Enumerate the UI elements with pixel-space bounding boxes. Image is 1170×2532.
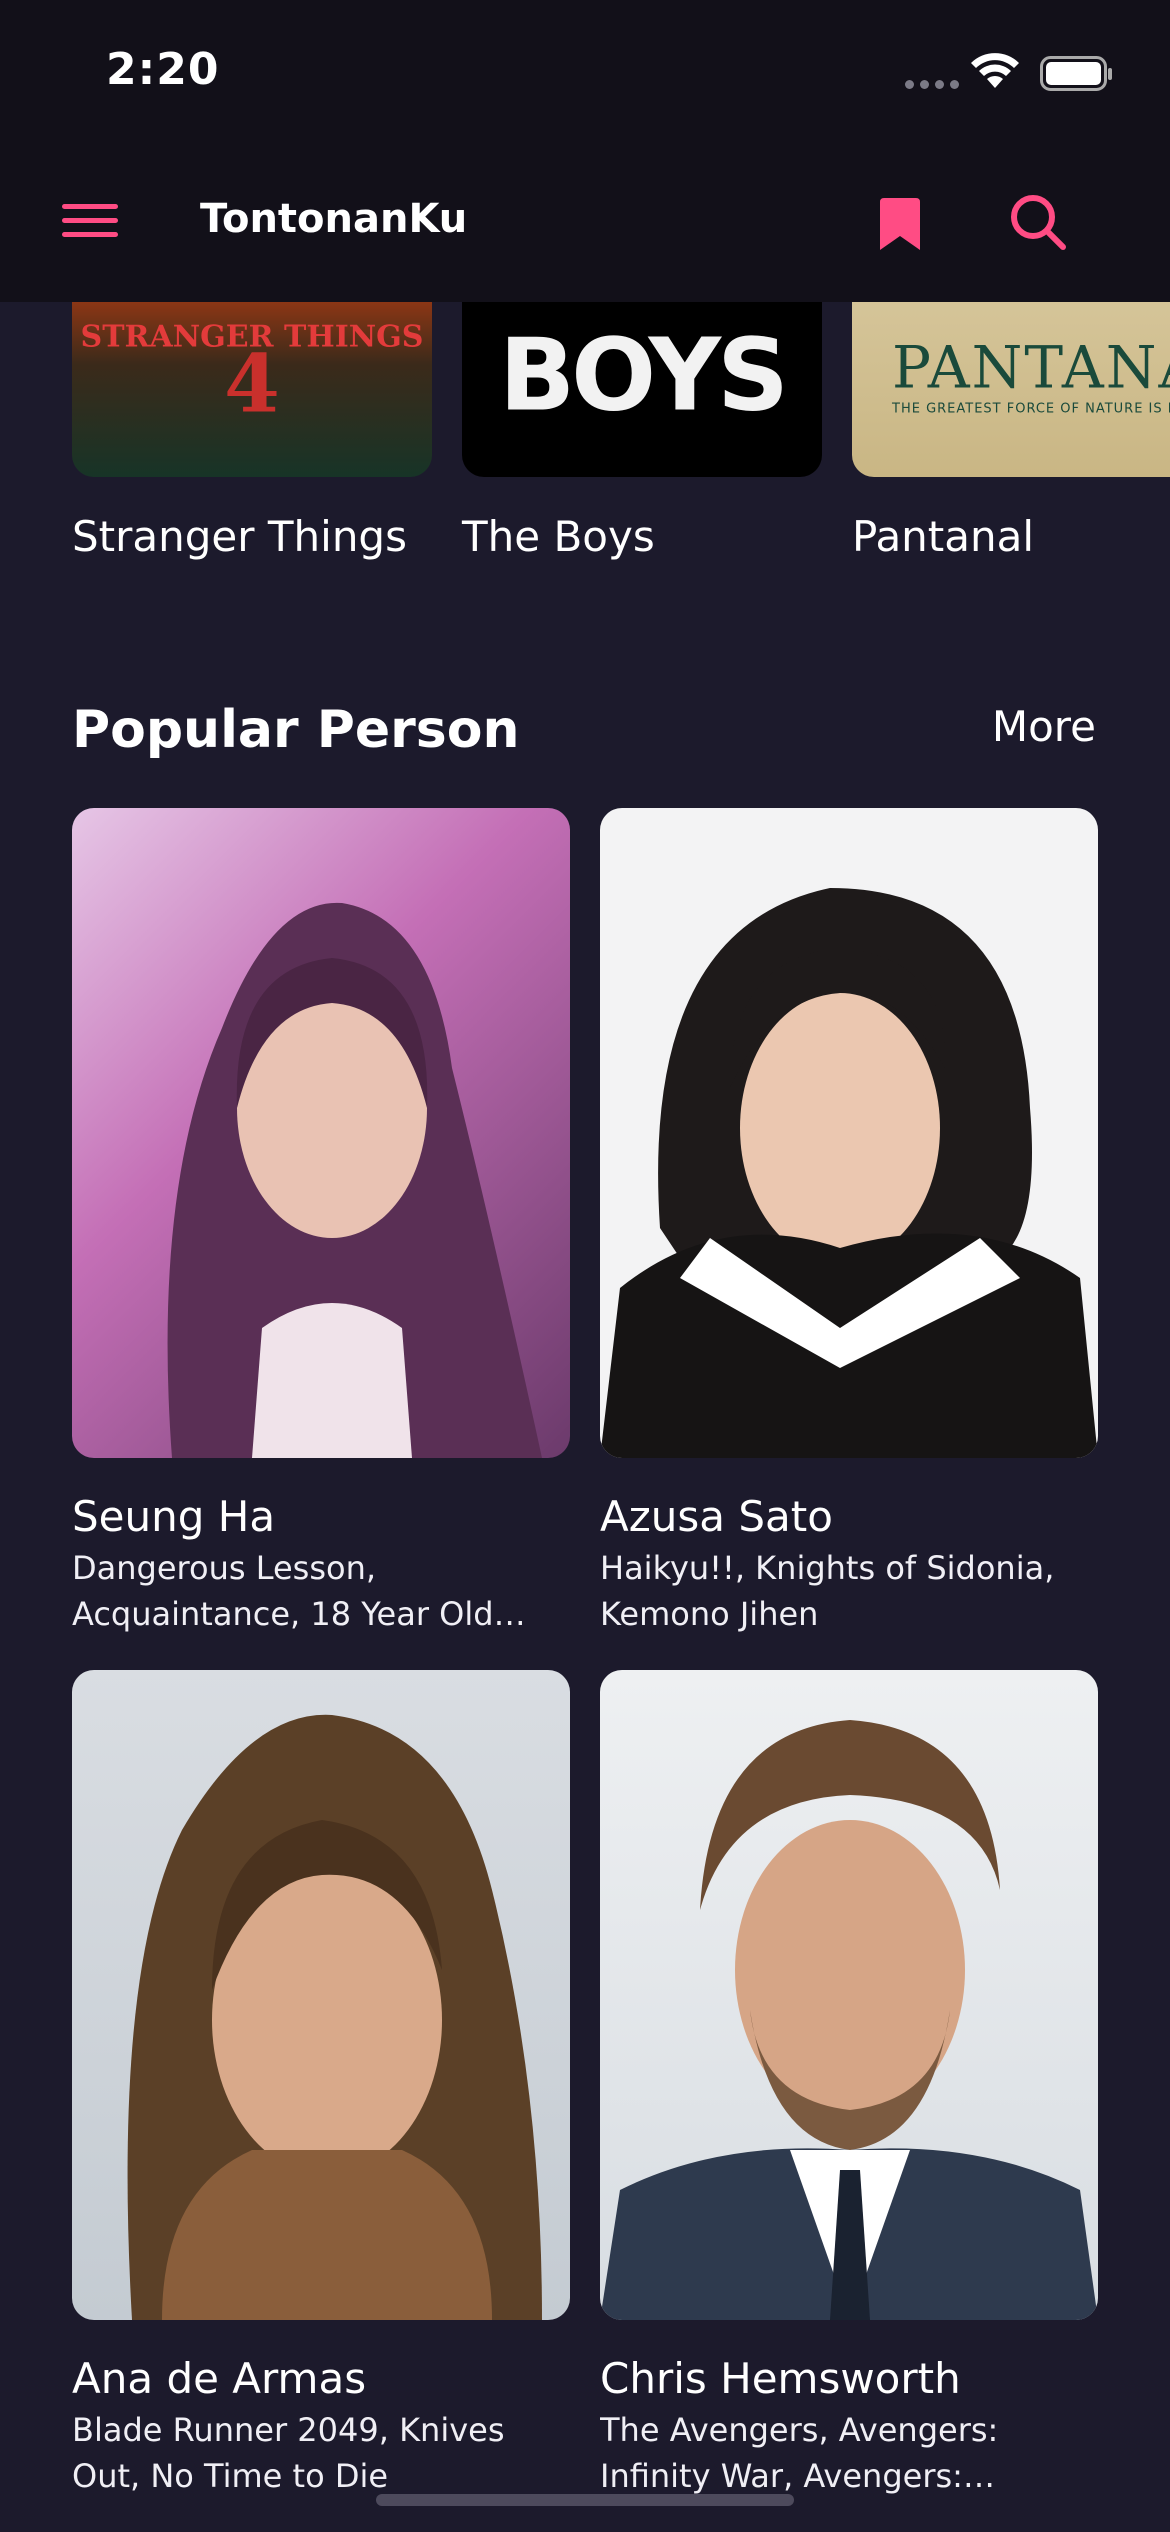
person-known-for: The Avengers, Avengers: Infinity War, Av… <box>600 2411 999 2495</box>
person-silhouette <box>167 902 543 1458</box>
home-indicator[interactable] <box>376 2494 794 2506</box>
person-silhouette <box>127 1714 543 2320</box>
poster-art-tagline: THE GREATEST FORCE OF NATURE IS LOVE. <box>892 401 1170 416</box>
person-card[interactable]: Seung Ha Dangerous Lesson, Acquaintance,… <box>72 808 570 1637</box>
person-silhouette <box>600 1720 1098 2320</box>
more-button[interactable]: More <box>992 702 1096 751</box>
person-photo[interactable] <box>72 808 570 1458</box>
movie-list[interactable]: STRANGER THINGS 4 Stranger Things BOYS T… <box>0 302 1170 582</box>
person-card[interactable]: Azusa Sato Haikyu!!, Knights of Sidonia,… <box>600 808 1098 1637</box>
person-card[interactable]: Ana de Armas Blade Runner 2049, Knives O… <box>72 1670 570 2499</box>
poster-art-text: PANTANAL <box>892 333 1170 401</box>
person-name: Ana de Armas <box>72 2354 367 2403</box>
poster-art-text: BOYS <box>498 316 789 433</box>
status-bar: 2:20 <box>0 0 1170 150</box>
person-name: Azusa Sato <box>600 1492 833 1541</box>
movie-poster[interactable]: BOYS <box>462 302 822 477</box>
person-known-for: Dangerous Lesson, Acquaintance, 18 Year … <box>72 1549 494 1633</box>
cellular-signal-icon <box>905 80 959 89</box>
person-photo[interactable] <box>600 808 1098 1458</box>
movie-title[interactable]: Pantanal <box>852 512 1034 561</box>
person-name: Seung Ha <box>72 1492 276 1541</box>
person-known-for: Haikyu!!, Knights of Sidonia, Kemono Jih… <box>600 1549 1055 1633</box>
person-silhouette <box>600 888 1098 1458</box>
status-time: 2:20 <box>106 44 220 95</box>
section-title: Popular Person <box>72 700 520 760</box>
person-photo[interactable] <box>72 1670 570 2320</box>
movie-poster[interactable]: STRANGER THINGS 4 <box>72 302 432 477</box>
search-icon[interactable] <box>1008 192 1068 252</box>
movie-title[interactable]: Stranger Things <box>72 512 407 561</box>
app-bar: TontonanKu <box>0 150 1170 302</box>
movie-title[interactable]: The Boys <box>462 512 655 561</box>
person-name: Chris Hemsworth <box>600 2354 961 2403</box>
person-photo[interactable] <box>600 1670 1098 2320</box>
person-card[interactable]: Chris Hemsworth The Avengers, Avengers: … <box>600 1670 1098 2499</box>
bookmark-icon[interactable] <box>878 196 922 252</box>
app-title: TontonanKu <box>200 196 468 242</box>
person-known-for: Blade Runner 2049, Knives Out, No Time t… <box>72 2411 505 2495</box>
wifi-icon <box>971 53 1019 88</box>
battery-icon <box>1040 56 1112 91</box>
menu-icon[interactable] <box>62 204 120 240</box>
movie-poster[interactable]: PANTANAL THE GREATEST FORCE OF NATURE IS… <box>852 302 1170 477</box>
